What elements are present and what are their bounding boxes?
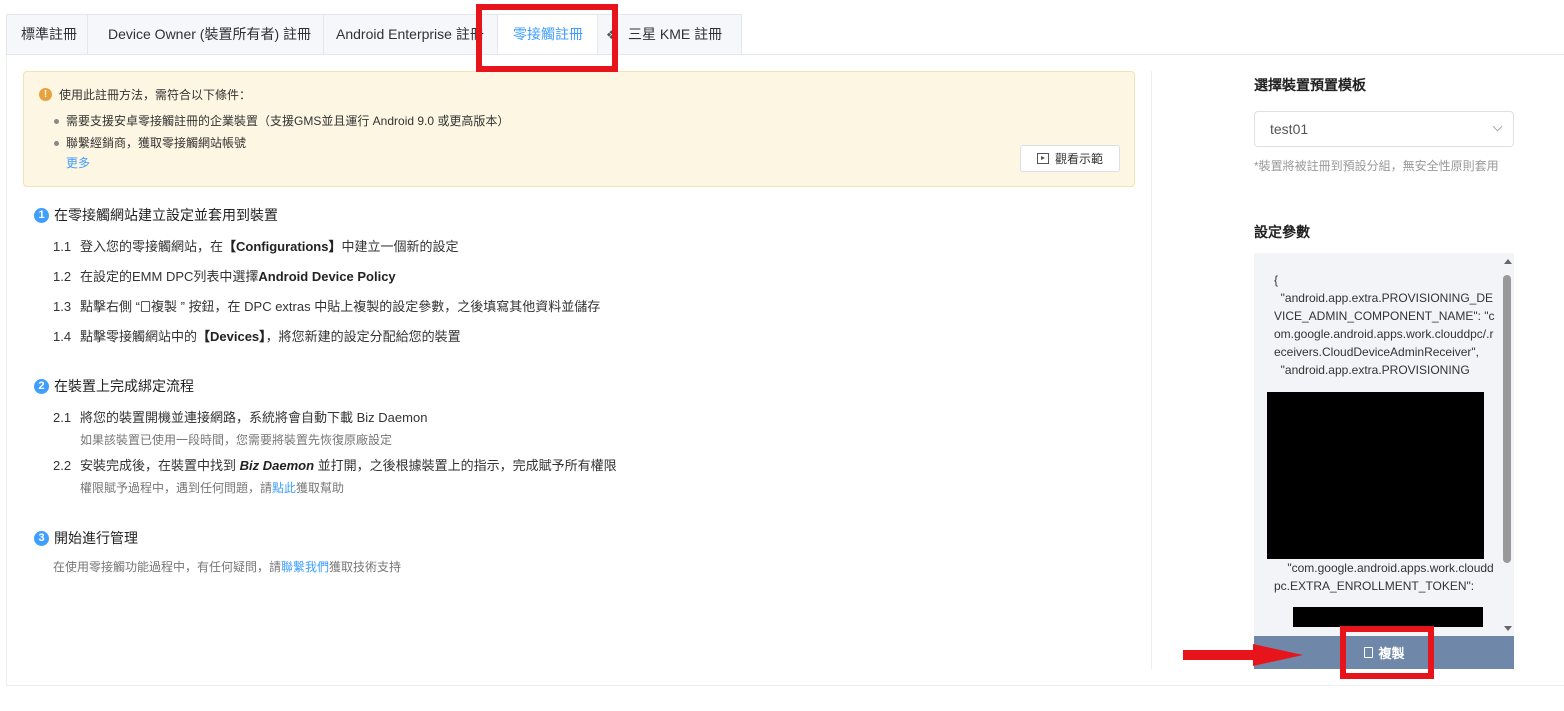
template-select[interactable]: test01 [1254, 111, 1514, 147]
tab-samsung-kme-enrollment[interactable]: ❖ 三星 KME 註冊 [598, 14, 742, 55]
step-text: 安裝完成後，在裝置中找到 [80, 458, 240, 473]
tab-label: Device Owner (裝置所有者) 註冊 [108, 26, 312, 42]
notice-list: 需要支援安卓零接觸註冊的企業裝置（支援GMS並且運行 Android 9.0 或… [54, 110, 509, 154]
step-text: 點擊右側 “ [80, 299, 140, 314]
redaction-block [1293, 607, 1483, 627]
more-link[interactable]: 更多 [66, 154, 90, 171]
notice-title-text: 使用此註冊方法，需符合以下條件： [59, 88, 252, 102]
step-bold-text: 【Devices】 [197, 329, 266, 344]
step-2-2-note: 權限賦予過程中，遇到任何問題，請點此獲取幫助 [80, 479, 344, 496]
template-hint: *裝置將被註冊到預設分組，無安全性原則套用 [1254, 159, 1499, 173]
template-select-value: test01 [1270, 121, 1309, 137]
params-label: 設定參數 [1254, 224, 1310, 240]
step-1-heading: 1 在零接觸網站建立設定並套用到裝置 [34, 205, 278, 225]
step-title: 開始進行管理 [54, 530, 138, 546]
step-bold-text: 【Configurations】 [223, 239, 342, 254]
step-1-1: 1.1 登入您的零接觸網站，在【Configurations】中建立一個新的設定 [53, 236, 458, 255]
support-note: 在使用零接觸功能過程中，有任何疑問，請聯繫我們獲取技術支持 [53, 558, 401, 575]
note-text: 獲取幫助 [296, 481, 345, 495]
redaction-block [1267, 392, 1484, 559]
column-divider [1151, 71, 1152, 670]
step-2-heading: 2 在裝置上完成綁定流程 [34, 376, 194, 396]
watch-demo-label: 觀看示範 [1054, 152, 1103, 166]
step-text: 並打開，之後根據裝置上的指示，完成賦予所有權限 [314, 458, 617, 473]
contact-us-link[interactable]: 聯繫我們 [281, 560, 329, 574]
step-title: 在裝置上完成綁定流程 [54, 378, 194, 394]
tab-android-enterprise-enrollment[interactable]: Android Enterprise 註冊 [324, 14, 498, 55]
highlight-box-copy [1340, 626, 1434, 679]
step-number-badge: 1 [34, 207, 49, 223]
tab-label: Android Enterprise 註冊 [336, 26, 484, 42]
step-text: ，將您新建的設定分配給您的裝置 [265, 329, 461, 344]
step-1-3: 1.3 點擊右側 “ 複製 ” 按鈕，在 DPC extras 中貼上複製的設定參數… [53, 296, 600, 315]
warning-icon: ! [39, 88, 52, 101]
step-index: 1.4 [53, 329, 72, 344]
scroll-up-arrow-icon[interactable] [1504, 259, 1512, 264]
step-index: 2.1 [53, 410, 72, 425]
notice-title: ! 使用此註冊方法，需符合以下條件： [39, 86, 251, 103]
tab-standard-enrollment[interactable]: 標準註冊 [6, 14, 88, 55]
note-text: 在使用零接觸功能過程中，有任何疑問，請 [53, 560, 282, 574]
step-text: 登入您的零接觸網站，在 [80, 239, 224, 254]
requirements-notice: ! 使用此註冊方法，需符合以下條件： 需要支援安卓零接觸註冊的企業裝置（支援GM… [23, 71, 1135, 187]
step-text: 點擊零接觸網站中的 [80, 329, 198, 344]
step-index: 2.2 [53, 458, 72, 473]
tab-device-owner-enrollment[interactable]: Device Owner (裝置所有者) 註冊 [88, 14, 324, 55]
highlight-box-tab [476, 4, 618, 72]
step-1-2: 1.2 在設定的EMM DPC列表中選擇Android Device Policy [53, 266, 396, 285]
note-text: 獲取技術支持 [329, 560, 402, 574]
step-title: 在零接觸網站建立設定並套用到裝置 [54, 207, 278, 223]
chevron-down-icon [1492, 121, 1503, 132]
step-2-1: 2.1 將您的裝置開機並連接網路，系統將會自動下載 Biz Daemon [53, 407, 427, 426]
app-name: Biz Daemon [239, 458, 315, 473]
scrollbar-thumb[interactable] [1503, 275, 1511, 563]
step-index: 1.1 [53, 239, 72, 254]
template-label: 選擇裝置預置模板 [1254, 77, 1366, 93]
step-index: 1.3 [53, 299, 72, 314]
scroll-down-arrow-icon[interactable] [1504, 626, 1512, 631]
step-text: 將您的裝置開機並連接網路，系統將會自動下載 Biz Daemon [80, 410, 428, 425]
step-2-1-note: 如果該裝置已使用一段時間，您需要將裝置先恢復原廠設定 [80, 433, 393, 447]
step-text: 中建立一個新的設定 [341, 239, 459, 254]
step-number-badge: 2 [34, 378, 49, 394]
video-icon [1036, 153, 1049, 164]
help-link[interactable]: 點此 [272, 481, 296, 495]
red-arrow-annotation [1183, 644, 1303, 666]
step-text: 複製 [150, 299, 177, 314]
copy-icon [140, 301, 150, 312]
step-number-badge: 3 [34, 530, 49, 546]
step-1-4: 1.4 點擊零接觸網站中的【Devices】，將您新建的設定分配給您的裝置 [53, 326, 461, 345]
scrollbar[interactable] [1502, 259, 1514, 631]
step-3-heading: 3 開始進行管理 [34, 528, 138, 548]
step-bold-text: Android Device Policy [258, 269, 396, 284]
notice-item: 聯繫經銷商，獲取零接觸網站帳號 [54, 132, 509, 154]
params-code-box[interactable]: { "android.app.extra.PROVISIONING_DEVICE… [1254, 253, 1514, 636]
tab-label: 三星 KME 註冊 [628, 26, 723, 42]
tab-label: 標準註冊 [21, 26, 77, 42]
note-text: 權限賦予過程中，遇到任何問題，請 [80, 481, 273, 495]
step-text: 在設定的EMM DPC列表中選擇 [80, 269, 259, 284]
notice-item: 需要支援安卓零接觸註冊的企業裝置（支援GMS並且運行 Android 9.0 或… [54, 110, 509, 132]
step-index: 1.2 [53, 269, 72, 284]
enrollment-tabs: 標準註冊 Device Owner (裝置所有者) 註冊 Android Ent… [6, 14, 742, 55]
step-text: ” 按鈕，在 DPC extras 中貼上複製的設定參數，之後填寫其他資料並儲存 [176, 299, 601, 314]
watch-demo-button[interactable]: 觀看示範 [1020, 145, 1120, 172]
step-2-2: 2.2 安裝完成後，在裝置中找到 Biz Daemon 並打開，之後根據裝置上的指… [53, 455, 617, 474]
